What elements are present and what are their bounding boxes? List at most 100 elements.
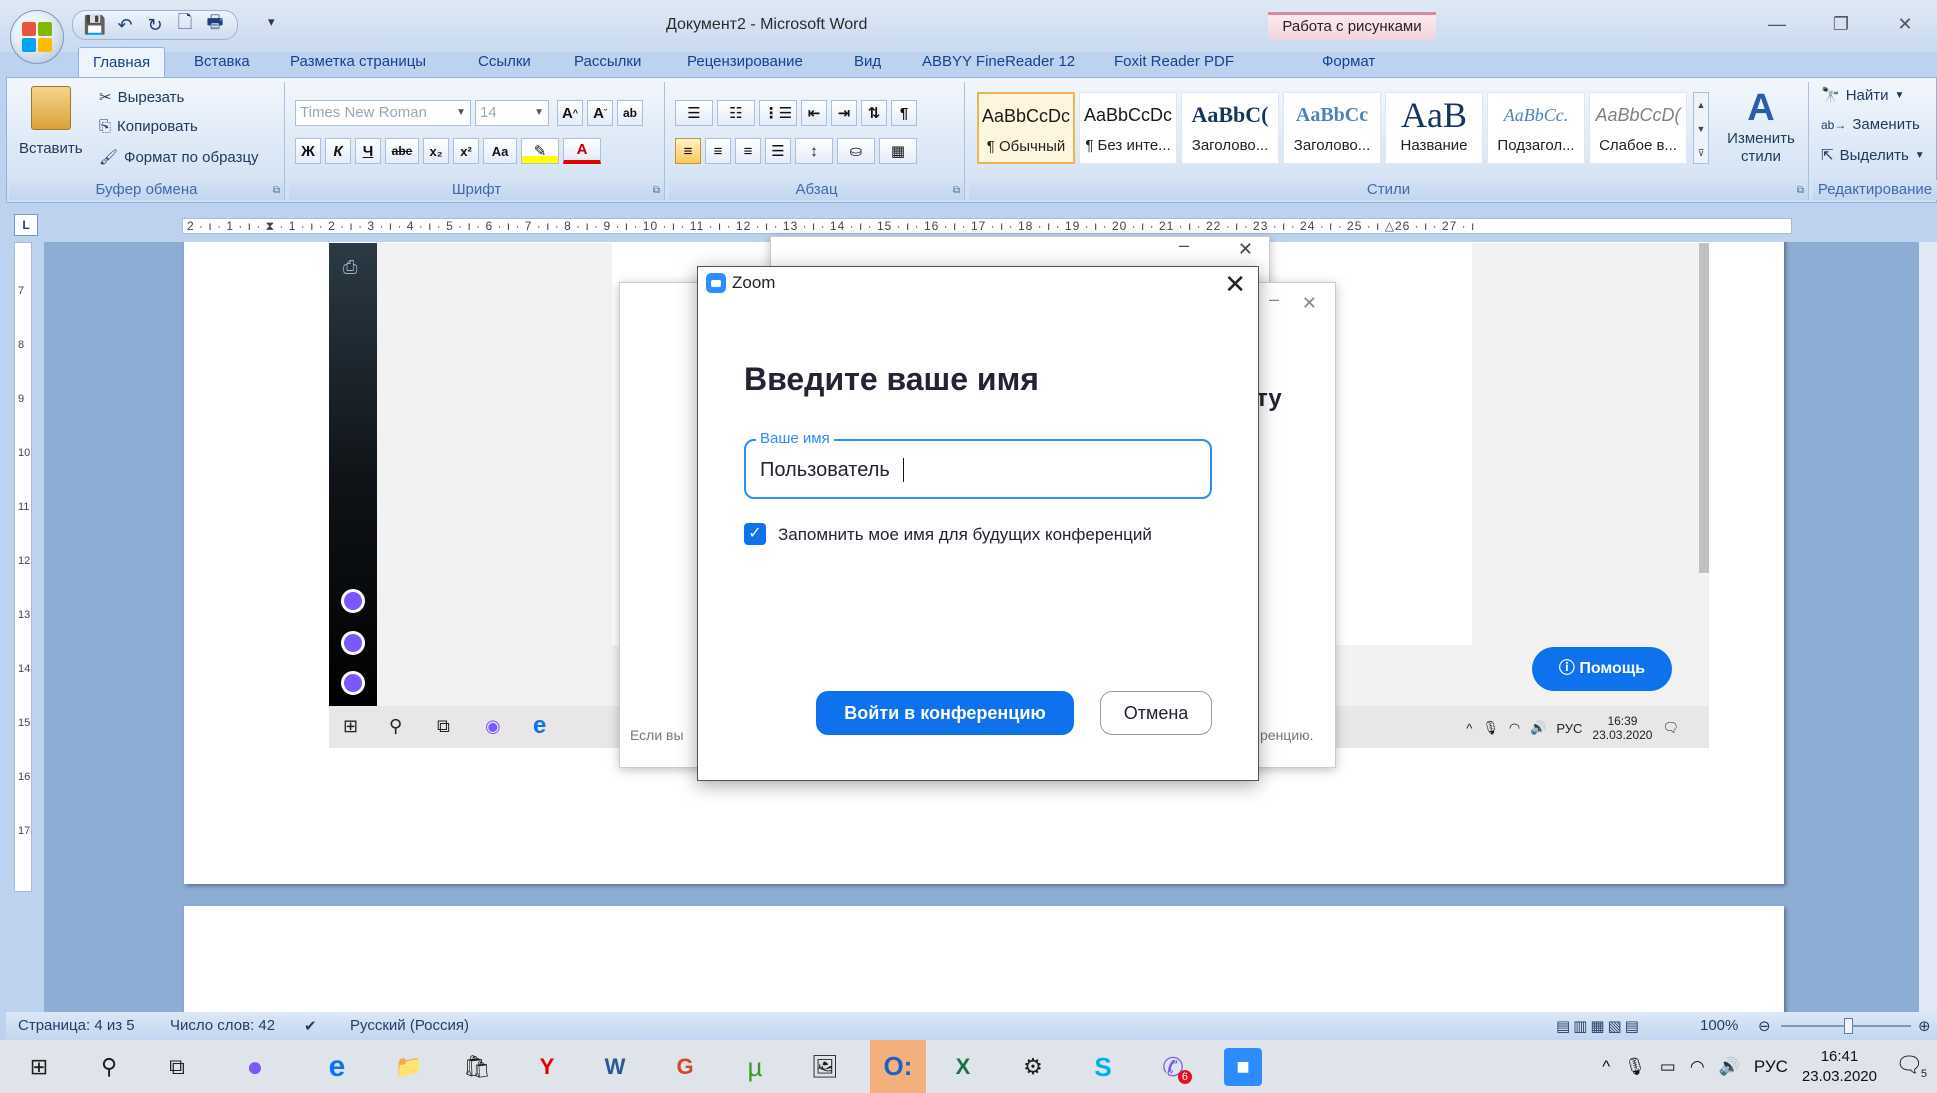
tab-mailings[interactable]: Рассылки [570, 47, 645, 77]
style-normal[interactable]: AaBbCcDc ¶ Обычный [977, 92, 1075, 164]
replace-button[interactable]: ab→ Заменить [1821, 116, 1920, 133]
highlight-icon[interactable]: ✎ [521, 138, 559, 164]
remember-name-checkbox[interactable]: ✓ [744, 523, 766, 545]
new-document-icon[interactable]: 🗋 [173, 10, 197, 40]
tab-review[interactable]: Рецензирование [683, 47, 807, 77]
font-color-icon[interactable]: A [563, 138, 601, 164]
shading-icon[interactable]: ⛀ [837, 138, 875, 164]
italic-button[interactable]: К [325, 138, 351, 164]
language-indicator[interactable]: РУС [1754, 1057, 1788, 1077]
word-count[interactable]: Число слов: 42 [170, 1017, 275, 1034]
font-name-combo[interactable]: Times New Roman ▼ [295, 100, 471, 126]
search-icon[interactable]: ⚲ [90, 1048, 128, 1086]
volume-icon[interactable]: 🔊 [1719, 1057, 1740, 1077]
save-icon[interactable]: 💾 [83, 15, 107, 36]
select-button[interactable]: ⇱ Выделить ▼ [1821, 146, 1925, 165]
tab-insert[interactable]: Вставка [190, 47, 254, 77]
tab-selector-icon[interactable]: L [14, 214, 38, 236]
zoom-in-icon[interactable]: ⊕ [1918, 1017, 1931, 1035]
skype-icon[interactable]: S [1084, 1048, 1122, 1086]
shrink-font-icon[interactable]: Aˇ [587, 100, 613, 126]
pilcrow-icon[interactable]: ¶ [891, 100, 917, 126]
justify-icon[interactable]: ☰ [765, 138, 791, 164]
zoom-taskbar-icon[interactable]: ■ [1224, 1048, 1262, 1086]
clear-format-icon[interactable]: ab [617, 100, 643, 126]
subscript-button[interactable]: x₂ [423, 138, 449, 164]
align-left-icon[interactable]: ≡ [675, 138, 701, 164]
view-buttons-icon[interactable]: ▤▥▦▧▤ [1556, 1017, 1642, 1035]
foxit-icon[interactable]: G [666, 1048, 704, 1086]
document-page[interactable] [184, 906, 1784, 1012]
tab-format[interactable]: Формат [1318, 47, 1379, 77]
bullets-icon[interactable]: ☰ [675, 100, 713, 126]
sort-icon[interactable]: ⇅ [861, 100, 887, 126]
clock[interactable]: 16:41 23.03.2020 [1802, 1047, 1877, 1087]
undo-icon[interactable]: ↶ [113, 15, 137, 36]
tab-home[interactable]: Главная [78, 47, 166, 77]
print-icon[interactable]: 🖶 [203, 10, 227, 40]
wifi-icon[interactable]: ◠ [1690, 1057, 1705, 1077]
redo-icon[interactable]: ↻ [143, 15, 167, 36]
join-meeting-button[interactable]: Войти в конференцию [816, 691, 1074, 735]
find-button[interactable]: 🔭 Найти ▼ [1821, 86, 1904, 105]
close-icon[interactable]: ✕ [1873, 6, 1937, 42]
page-count[interactable]: Страница: 4 из 5 [18, 1017, 135, 1034]
paste-icon[interactable] [31, 86, 71, 130]
dialog-launcher-icon[interactable]: ⧉ [653, 185, 660, 196]
grow-font-icon[interactable]: A ^ [557, 100, 583, 126]
restore-icon[interactable]: ❐ [1809, 6, 1873, 42]
utorrent-icon[interactable]: µ [736, 1048, 774, 1086]
tab-references[interactable]: Ссылки [474, 47, 535, 77]
dialog-launcher-icon[interactable]: ⧉ [1797, 185, 1804, 196]
excel-icon[interactable]: X [944, 1048, 982, 1086]
file-explorer-icon[interactable]: 📁 [390, 1048, 428, 1086]
minimize-icon[interactable]: — [1745, 6, 1809, 42]
tab-abbyy[interactable]: ABBYY FineReader 12 [918, 47, 1079, 77]
style-heading-2[interactable]: AaBbCc Заголово... [1283, 92, 1381, 164]
name-field[interactable]: Ваше имя [744, 430, 1212, 499]
settings-icon[interactable]: ⚙ [1014, 1048, 1052, 1086]
yandex-browser-icon[interactable]: Y [528, 1048, 566, 1086]
decrease-indent-icon[interactable]: ⇤ [801, 100, 827, 126]
style-no-spacing[interactable]: AaBbCcDc ¶ Без инте... [1079, 92, 1177, 164]
style-subtle-emphasis[interactable]: AaBbCcD(Слабое в... [1589, 92, 1687, 164]
windows-start-icon[interactable]: ⊞ [20, 1048, 58, 1086]
ruler-scale[interactable]: 2 · ı · 1 · ı · ⧗ · 1 · ı · 2 · ı · 3 · … [182, 218, 1792, 234]
zoom-slider-thumb[interactable] [1844, 1018, 1853, 1034]
chevron-up-icon[interactable]: ^ [1602, 1057, 1610, 1077]
bold-button[interactable]: Ж [295, 138, 321, 164]
close-icon[interactable]: ✕ [1224, 271, 1246, 297]
store-icon[interactable]: 🛍 [458, 1048, 496, 1086]
photos-icon[interactable]: 🖼 [806, 1048, 844, 1086]
spellcheck-icon[interactable]: ✔ [304, 1017, 317, 1035]
strikethrough-button[interactable]: abe [385, 138, 419, 164]
multilevel-list-icon[interactable]: ⋮☰ [759, 100, 797, 126]
align-right-icon[interactable]: ≡ [735, 138, 761, 164]
language-indicator[interactable]: Русский (Россия) [350, 1017, 469, 1034]
word-icon[interactable]: W [596, 1048, 634, 1086]
copy-button[interactable]: ⎘ Копировать [99, 118, 198, 135]
format-painter-button[interactable]: 🖌 Формат по образцу [99, 148, 259, 167]
viber-icon[interactable]: ✆ 6 [1154, 1048, 1192, 1086]
align-center-icon[interactable]: ≡ [705, 138, 731, 164]
line-spacing-icon[interactable]: ↕ [795, 138, 833, 164]
edge-icon[interactable]: e [318, 1048, 356, 1086]
tab-page-layout[interactable]: Разметка страницы [286, 47, 430, 77]
paste-button[interactable]: Вставить [19, 140, 83, 157]
notification-center-icon[interactable]: 🗨 5 [1895, 1052, 1927, 1080]
zoom-out-icon[interactable]: ⊖ [1758, 1017, 1771, 1035]
styles-scroll-icon[interactable]: ▲ ▼ ⊽ [1693, 92, 1709, 164]
underline-button[interactable]: Ч [355, 138, 381, 164]
tab-foxit[interactable]: Foxit Reader PDF [1110, 47, 1238, 77]
font-size-combo[interactable]: 14 ▼ [475, 100, 549, 126]
numbering-icon[interactable]: ☷ [717, 100, 755, 126]
change-styles-button[interactable]: A Изменить стили [1719, 86, 1803, 166]
change-case-button[interactable]: Aa [483, 138, 517, 164]
superscript-button[interactable]: x² [453, 138, 479, 164]
name-input[interactable] [760, 457, 1190, 483]
style-title[interactable]: AaB Название [1385, 92, 1483, 164]
office-button[interactable] [10, 10, 64, 64]
qat-customize-icon[interactable]: ▾ [268, 14, 275, 30]
battery-icon[interactable]: ▭ [1660, 1057, 1676, 1077]
cut-button[interactable]: ✂ Вырезать [99, 88, 184, 107]
